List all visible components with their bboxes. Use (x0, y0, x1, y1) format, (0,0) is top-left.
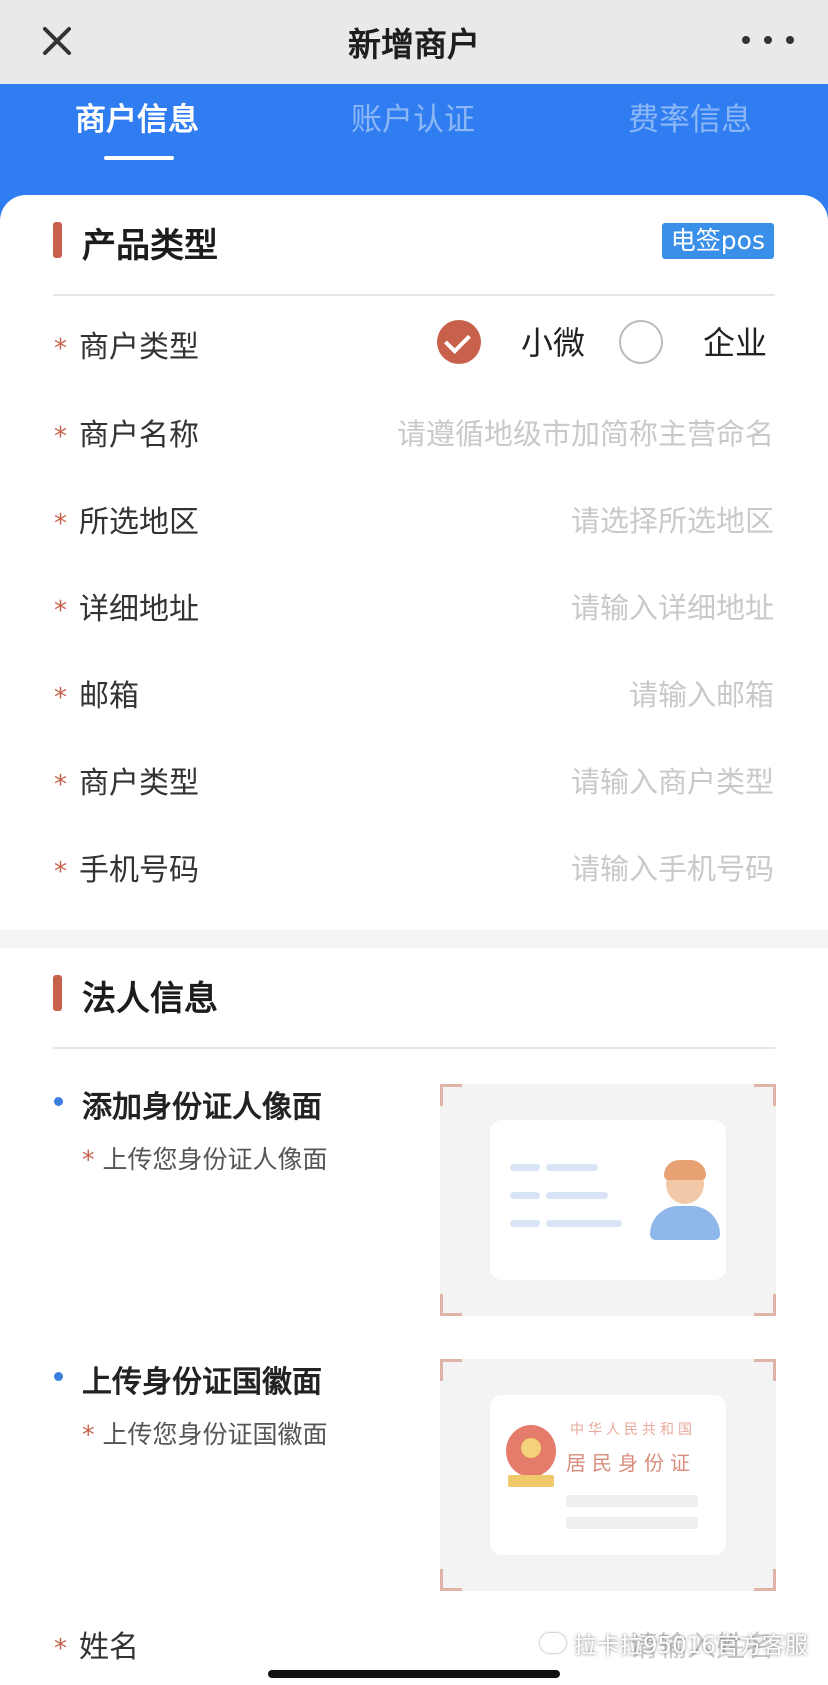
address-label: * 详细地址 (54, 584, 199, 628)
tab-rate-info[interactable]: 费率信息 (628, 94, 752, 139)
merchant-category-text: 商户类型 (79, 766, 199, 801)
placeholder-line (510, 1192, 540, 1199)
radio-enterprise-label[interactable]: 企业 (703, 318, 767, 364)
merchant-name-text: 商户名称 (79, 418, 199, 453)
title-bar: 新增商户 (0, 0, 828, 84)
watermark: 拉卡拉95016官方客服 (539, 1626, 808, 1660)
region-label: * 所选地区 (54, 497, 199, 541)
bullet-dot (54, 1372, 63, 1381)
section-marker (53, 222, 62, 258)
required-star: * (54, 1634, 67, 1664)
id-card-country: 中华人民共和国 (570, 1422, 696, 1438)
region-select[interactable]: 请选择所选地区 (571, 498, 774, 540)
product-type-badge[interactable]: 电签pos (661, 223, 774, 259)
required-star: * (82, 1420, 95, 1449)
placeholder-line (546, 1192, 608, 1199)
active-tab-indicator (104, 156, 174, 160)
radio-micro-checked[interactable] (437, 320, 481, 364)
required-star: * (54, 857, 67, 887)
merchant-type-label: * 商户类型 (54, 322, 199, 366)
section-marker (53, 975, 62, 1011)
frame-corner (754, 1084, 776, 1106)
watermark-text: 拉卡拉95016官方客服 (573, 1633, 808, 1659)
emblem-base (508, 1475, 554, 1487)
email-label: * 邮箱 (54, 671, 139, 715)
region-text: 所选地区 (79, 505, 199, 540)
name-label: * 姓名 (54, 1622, 139, 1666)
bullet-dot (54, 1097, 63, 1106)
id-back-subtitle-text: 上传您身份证国徽面 (102, 1420, 328, 1449)
phone-input[interactable]: 请输入手机号码 (571, 846, 774, 888)
id-front-subtitle-text: 上传您身份证人像面 (102, 1145, 328, 1174)
id-back-subtitle: * 上传您身份证国徽面 (82, 1415, 328, 1451)
required-star: * (54, 509, 67, 539)
placeholder-line (546, 1220, 622, 1227)
placeholder-line (510, 1220, 540, 1227)
radio-enterprise[interactable] (619, 320, 663, 364)
radio-micro-label[interactable]: 小微 (521, 318, 585, 364)
tab-account-verification[interactable]: 账户认证 (351, 94, 475, 139)
email-input[interactable]: 请输入邮箱 (629, 672, 774, 714)
more-options-icon[interactable] (742, 28, 794, 52)
merchant-category-label: * 商户类型 (54, 758, 199, 802)
tab-merchant-info[interactable]: 商户信息 (75, 94, 199, 139)
legal-section-title: 法人信息 (82, 979, 218, 1019)
frame-corner (754, 1359, 776, 1381)
id-front-title: 添加身份证人像面 (82, 1090, 322, 1125)
placeholder-line (566, 1495, 698, 1507)
product-section-card (0, 195, 828, 930)
required-star: * (54, 422, 67, 452)
address-text: 详细地址 (79, 592, 199, 627)
home-indicator (268, 1670, 560, 1678)
product-section-title: 产品类型 (82, 226, 218, 266)
frame-corner (754, 1294, 776, 1316)
merchant-name-input[interactable]: 请遵循地级市加简称主营命名 (397, 411, 774, 453)
required-star: * (54, 683, 67, 713)
frame-corner (440, 1569, 462, 1591)
page-title: 新增商户 (348, 25, 480, 64)
frame-corner (754, 1569, 776, 1591)
wechat-icon (539, 1633, 566, 1653)
id-front-illustration (490, 1120, 726, 1280)
id-back-upload[interactable]: 中华人民共和国 居民身份证 (440, 1359, 776, 1591)
phone-text: 手机号码 (79, 853, 199, 888)
avatar-icon (650, 1206, 720, 1240)
id-front-upload[interactable] (440, 1084, 776, 1316)
merchant-type-text: 商户类型 (79, 330, 199, 365)
frame-corner (440, 1359, 462, 1381)
id-back-title: 上传身份证国徽面 (82, 1365, 322, 1400)
placeholder-line (566, 1517, 698, 1529)
frame-corner (440, 1084, 462, 1106)
address-input[interactable]: 请输入详细地址 (571, 585, 774, 627)
divider (53, 1047, 775, 1049)
divider (53, 294, 775, 296)
phone-label: * 手机号码 (54, 845, 199, 889)
id-front-subtitle: * 上传您身份证人像面 (82, 1140, 328, 1176)
id-back-illustration: 中华人民共和国 居民身份证 (490, 1395, 726, 1555)
id-card-type: 居民身份证 (566, 1451, 696, 1475)
email-text: 邮箱 (79, 679, 139, 714)
required-star: * (54, 334, 67, 364)
placeholder-line (510, 1164, 540, 1171)
required-star: * (54, 596, 67, 626)
national-emblem-icon (506, 1425, 556, 1477)
merchant-category-input[interactable]: 请输入商户类型 (571, 759, 774, 801)
required-star: * (54, 770, 67, 800)
merchant-name-label: * 商户名称 (54, 410, 199, 454)
avatar-hair (664, 1160, 706, 1180)
name-text: 姓名 (79, 1630, 139, 1665)
frame-corner (440, 1294, 462, 1316)
section-gap (0, 930, 828, 948)
placeholder-line (546, 1164, 598, 1171)
required-star: * (82, 1145, 95, 1174)
